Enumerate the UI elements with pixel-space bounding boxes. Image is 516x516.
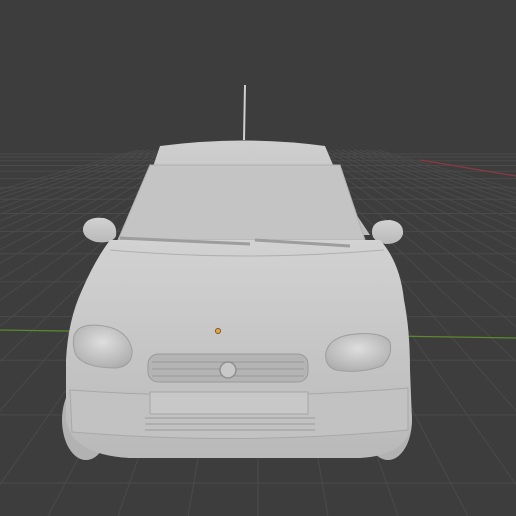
windshield	[117, 164, 366, 241]
car-model[interactable]	[62, 84, 412, 460]
brand-emblem	[219, 361, 237, 379]
viewport-canvas[interactable]	[0, 0, 516, 516]
left-mirror	[82, 217, 117, 243]
3d-viewport[interactable]	[0, 0, 516, 516]
x-axis-line	[419, 159, 516, 177]
antenna	[243, 84, 246, 141]
right-headlight	[325, 333, 392, 372]
number-plate-area	[149, 391, 309, 415]
object-origin-icon[interactable]	[215, 328, 221, 334]
